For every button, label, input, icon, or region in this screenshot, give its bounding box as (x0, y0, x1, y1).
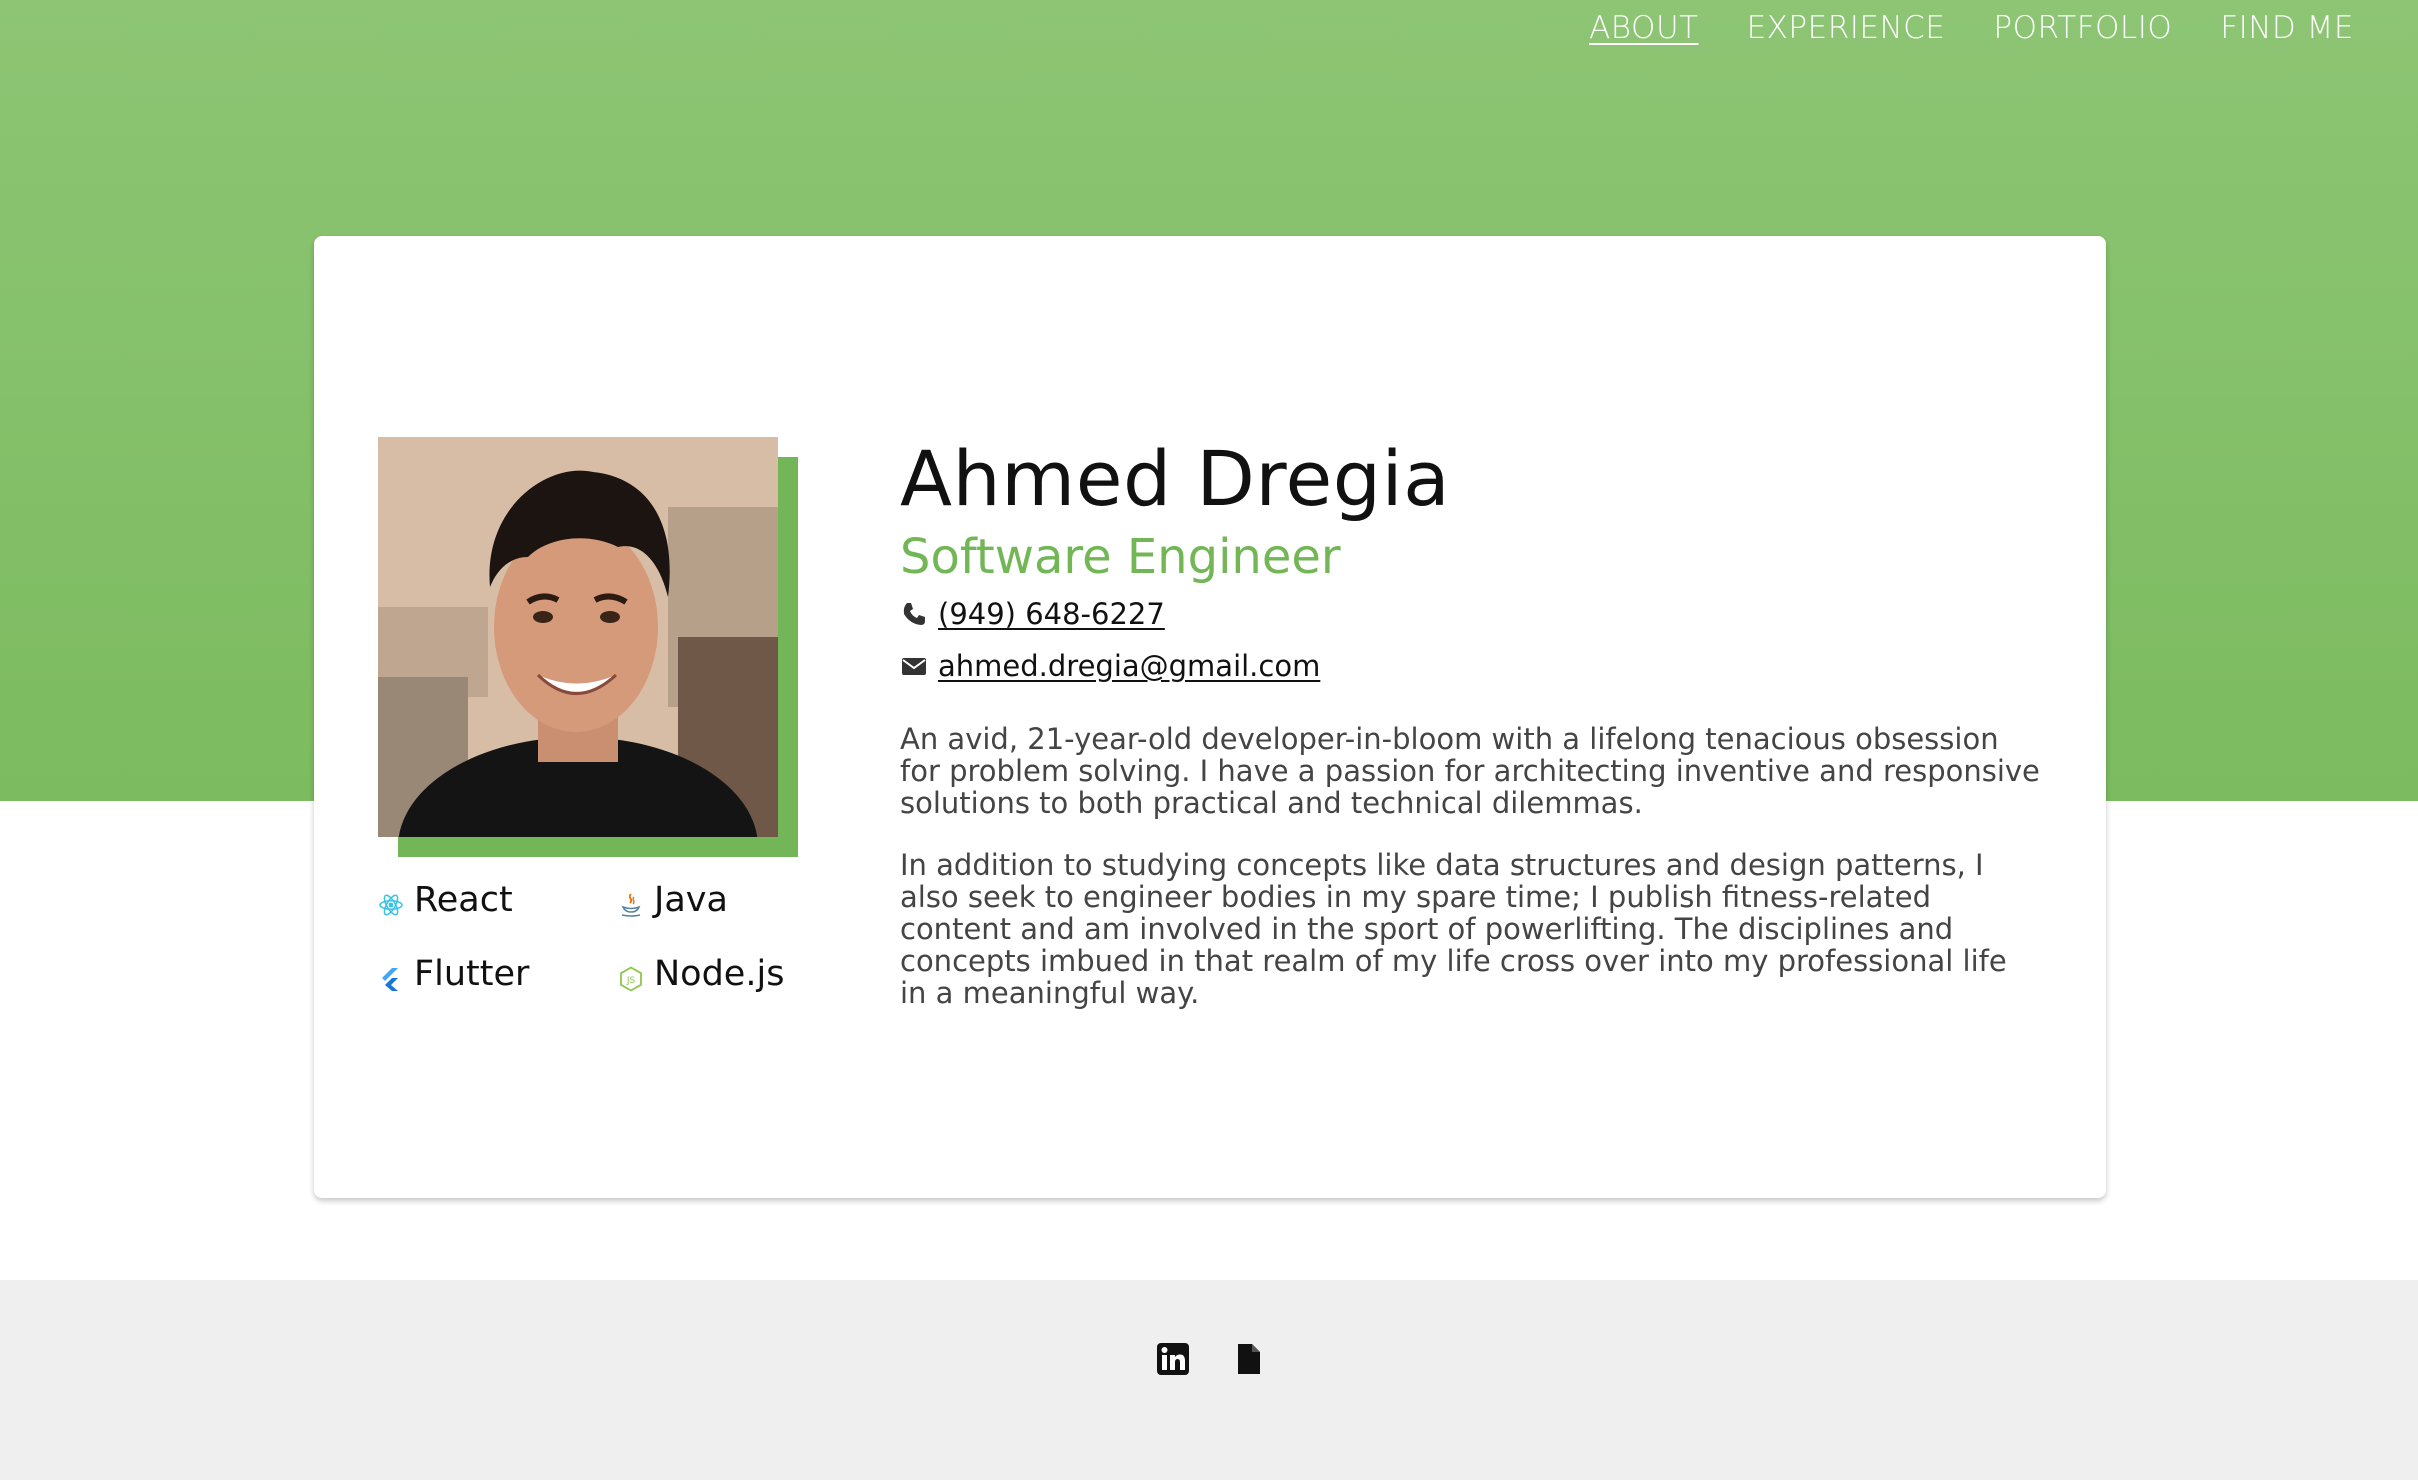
skill-nodejs: JS Node.js (618, 954, 784, 994)
about-card: React Java Flutter JS Node.js Ahmed Dreg… (314, 236, 2106, 1198)
profile-photo-frame (378, 437, 798, 857)
profile-photo (378, 437, 778, 837)
phone-row: (949) 648-6227 (900, 597, 2040, 631)
nodejs-icon: JS (618, 961, 644, 992)
profile-name: Ahmed Dregia (900, 434, 1451, 523)
nav-portfolio[interactable]: PORTFOLIO (1993, 10, 2172, 46)
resume-file-icon[interactable] (1232, 1342, 1266, 1376)
bio-paragraph-2: In addition to studying concepts like da… (900, 848, 2007, 1010)
skill-flutter: Flutter (378, 954, 529, 994)
svg-text:JS: JS (626, 976, 636, 986)
skill-label: Flutter (414, 954, 530, 994)
profile-info: Ahmed Dregia Software Engineer (949) 648… (900, 434, 2040, 1009)
skill-label: React (414, 880, 513, 920)
skill-java: Java (618, 880, 728, 920)
top-nav: ABOUT EXPERIENCE PORTFOLIO FIND ME (1589, 0, 2354, 56)
footer-icon-links (1156, 1342, 1266, 1376)
page: ABOUT EXPERIENCE PORTFOLIO FIND ME React… (0, 0, 2418, 1480)
portrait-illustration (378, 437, 778, 837)
skill-react: React (378, 880, 513, 920)
phone-link[interactable]: (949) 648-6227 (938, 597, 1165, 631)
envelope-icon (900, 652, 928, 680)
linkedin-icon[interactable] (1156, 1342, 1190, 1376)
nav-about[interactable]: ABOUT (1589, 10, 1699, 46)
footer (0, 1280, 2418, 1480)
skill-label: Java (654, 880, 728, 920)
profile-role: Software Engineer (900, 529, 1341, 585)
nav-find-me[interactable]: FIND ME (2220, 10, 2354, 46)
email-link[interactable]: ahmed.dregia@gmail.com (938, 649, 1320, 683)
email-row: ahmed.dregia@gmail.com (900, 649, 2040, 683)
java-icon (618, 887, 644, 917)
skill-label: Node.js (654, 954, 785, 994)
flutter-icon (378, 961, 404, 991)
nav-experience[interactable]: EXPERIENCE (1747, 10, 1946, 46)
phone-icon (900, 600, 928, 628)
bio-paragraph-1: An avid, 21-year-old developer-in-bloom … (900, 722, 2040, 820)
react-icon (378, 887, 404, 916)
